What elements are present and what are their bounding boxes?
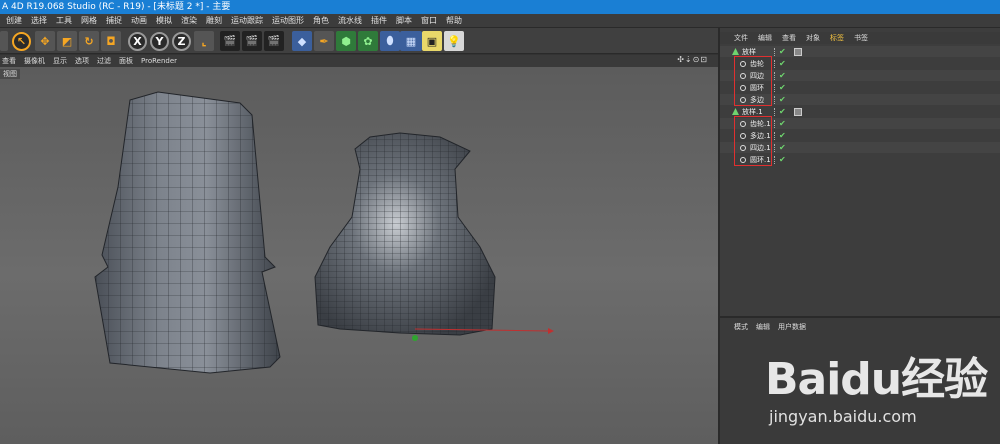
enabled-check-icon: ✔	[779, 83, 786, 92]
loft-icon	[732, 48, 739, 55]
scale-icon[interactable]: ◩	[57, 31, 77, 51]
watermark-url: jingyan.baidu.com	[769, 407, 917, 426]
menu-item[interactable]: 运动跟踪	[231, 15, 263, 26]
y-axis-lock[interactable]: Y	[150, 32, 169, 51]
subdivision-icon[interactable]: ⬢	[336, 31, 356, 51]
view-menu-item[interactable]: 查看	[2, 56, 16, 66]
render-view-icon[interactable]: 🎬	[220, 31, 240, 51]
z-axis-lock[interactable]: Z	[172, 32, 191, 51]
window-title: A 4D R19.068 Studio (RC - R19) - [未标题 2 …	[2, 2, 231, 12]
tab-view[interactable]: 查看	[782, 33, 796, 43]
tall-loft-object[interactable]	[94, 91, 281, 374]
live-selection-icon[interactable]: ↖	[12, 32, 31, 51]
render-picture-viewer-icon[interactable]: 🎬	[242, 31, 262, 51]
enabled-check-icon: ✔	[779, 95, 786, 104]
floor-icon[interactable]: ▦	[400, 31, 422, 51]
menu-item[interactable]: 流水线	[338, 15, 362, 26]
baidu-watermark: Baidu经验 jingyan.baidu.com	[765, 333, 995, 443]
deformer-icon[interactable]: ⬮	[380, 31, 400, 51]
menu-item[interactable]: 窗口	[421, 15, 437, 26]
menu-item[interactable]: 脚本	[396, 15, 412, 26]
enabled-check-icon: ✔	[779, 107, 786, 116]
menu-item[interactable]: 雕刻	[206, 15, 222, 26]
tab-edit[interactable]: 编辑	[756, 322, 770, 332]
view-menu-item[interactable]: ProRender	[141, 57, 177, 65]
loft-icon	[732, 108, 739, 115]
x-axis-lock[interactable]: X	[128, 32, 147, 51]
menu-item[interactable]: 模拟	[156, 15, 172, 26]
move-icon[interactable]: ✥	[35, 31, 55, 51]
enabled-check-icon: ✔	[779, 71, 786, 80]
menu-item[interactable]: 创建	[6, 15, 22, 26]
x-axis-arrow[interactable]	[548, 328, 554, 334]
enabled-check-icon: ✔	[779, 155, 786, 164]
tab-file[interactable]: 文件	[734, 33, 748, 43]
coordinate-system-icon[interactable]: ⌞	[194, 31, 214, 51]
enabled-check-icon: ✔	[779, 131, 786, 140]
viewport-scene	[94, 91, 554, 374]
y-axis-handle[interactable]	[412, 335, 418, 341]
viewport-menu-bar: 查看 摄像机 显示 选项 过滤 面板 ProRender ✣⇣⊙⊡	[0, 55, 718, 67]
viewport-label: 视图	[0, 69, 20, 79]
3d-viewport[interactable]: 视图	[0, 67, 718, 444]
enabled-check-icon: ✔	[779, 47, 786, 56]
material-tag-icon	[794, 107, 802, 116]
menu-item[interactable]: 网格	[81, 15, 97, 26]
menu-item[interactable]: 渲染	[181, 15, 197, 26]
vase-loft-object[interactable]	[314, 132, 496, 336]
window-title-bar: A 4D R19.068 Studio (RC - R19) - [未标题 2 …	[0, 0, 1000, 14]
undo-icon[interactable]	[0, 31, 8, 51]
menu-item[interactable]: 选择	[31, 15, 47, 26]
render-settings-icon[interactable]: 🎬	[264, 31, 284, 51]
highlight-box	[734, 56, 772, 106]
enabled-check-icon: ✔	[779, 119, 786, 128]
main-toolbar: ↖ ✥ ◩ ↻ ◘ X Y Z ⌞ 🎬 🎬 🎬 ◆ ✒ ⬢ ✿ ⬮ ▦ ▣ 💡	[0, 28, 718, 54]
array-icon[interactable]: ✿	[358, 31, 378, 51]
menu-item[interactable]: 角色	[313, 15, 329, 26]
enabled-check-icon: ✔	[779, 143, 786, 152]
view-menu-item[interactable]: 过滤	[97, 56, 111, 66]
object-list: 放样 ✔ 齿轮 ✔ 四边 ✔ 圆环 ✔ 多边 ✔ 放样.1 ✔ 齿轮.1 ✔ 多…	[720, 46, 1000, 186]
main-menu-bar: 创建 选择 工具 网格 捕捉 动画 模拟 渲染 雕刻 运动跟踪 运动图形 角色 …	[0, 14, 1000, 28]
tab-tags[interactable]: 标签	[830, 33, 844, 43]
object-manager-tabs: 文件 编辑 查看 对象 标签 书签	[720, 32, 1000, 44]
menu-item[interactable]: 动画	[131, 15, 147, 26]
enabled-check-icon: ✔	[779, 59, 786, 68]
rotate-icon[interactable]: ↻	[79, 31, 99, 51]
tab-edit[interactable]: 编辑	[758, 33, 772, 43]
menu-item[interactable]: 捕捉	[106, 15, 122, 26]
recent-tool-icon[interactable]: ◘	[101, 31, 121, 51]
light-icon[interactable]: 💡	[444, 31, 464, 51]
menu-item[interactable]: 工具	[56, 15, 72, 26]
viewport-navigation-icons[interactable]: ✣⇣⊙⊡	[677, 55, 708, 64]
watermark-brand: Baidu经验	[765, 354, 988, 405]
view-menu-item[interactable]: 面板	[119, 56, 133, 66]
material-tag-icon	[794, 47, 802, 56]
cube-icon[interactable]: ◆	[292, 31, 312, 51]
view-menu-item[interactable]: 摄像机	[24, 56, 45, 66]
view-menu-item[interactable]: 显示	[53, 56, 67, 66]
camera-icon[interactable]: ▣	[422, 31, 442, 51]
menu-item[interactable]: 插件	[371, 15, 387, 26]
tab-user-data[interactable]: 用户数据	[778, 322, 806, 332]
view-menu-item[interactable]: 选项	[75, 56, 89, 66]
tab-bookmarks[interactable]: 书签	[854, 33, 868, 43]
highlight-box	[734, 116, 772, 166]
menu-item[interactable]: 帮助	[446, 15, 462, 26]
pen-icon[interactable]: ✒	[314, 31, 334, 51]
menu-item[interactable]: 运动图形	[272, 15, 304, 26]
tab-objects[interactable]: 对象	[806, 33, 820, 43]
tab-mode[interactable]: 模式	[734, 322, 748, 332]
attribute-manager-tabs: 模式 编辑 用户数据	[720, 322, 814, 332]
